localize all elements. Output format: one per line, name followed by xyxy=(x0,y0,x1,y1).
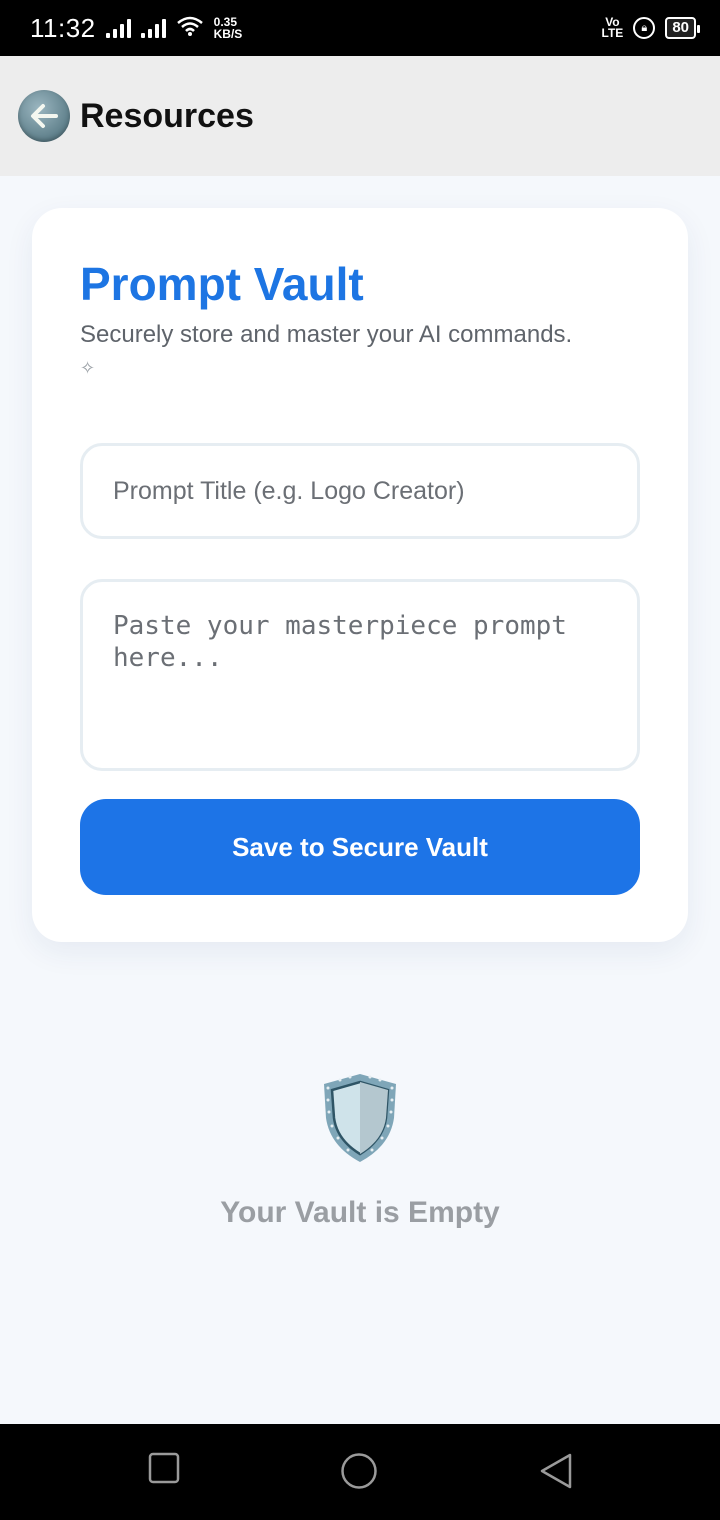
app-bar: Resources xyxy=(0,56,720,176)
system-nav-bar xyxy=(0,1424,720,1520)
back-button[interactable] xyxy=(18,90,70,142)
circle-icon[interactable] xyxy=(340,1452,378,1495)
arrow-left-icon xyxy=(31,104,58,128)
save-to-vault-button[interactable]: Save to Secure Vault xyxy=(80,799,640,895)
volte-bottom: LTE xyxy=(601,26,624,40)
network-speed: 0.35 KB/S xyxy=(214,16,243,40)
signal-icon xyxy=(140,18,166,38)
status-time: 11:32 xyxy=(30,12,96,43)
page-title: Resources xyxy=(80,96,254,135)
status-bar: 11:32 0.35 KB/S Vo LTE 🔒︎ 80 xyxy=(0,0,720,56)
empty-vault-message: Your Vault is Empty xyxy=(220,1196,500,1229)
prompt-title-input[interactable] xyxy=(80,443,640,539)
shield-icon xyxy=(320,1072,400,1164)
network-speed-unit: KB/S xyxy=(213,27,243,41)
signal-icon xyxy=(105,18,131,38)
prompt-text-input[interactable] xyxy=(80,579,640,771)
triangle-back-icon[interactable] xyxy=(538,1452,574,1495)
card-subtitle: Securely store and master your AI comman… xyxy=(80,321,573,348)
battery-level: 80 xyxy=(672,19,689,36)
card-title: Prompt Vault xyxy=(80,258,364,310)
sparkle-icon: ✧ xyxy=(80,358,96,378)
wifi-icon xyxy=(176,15,204,42)
status-left: 11:32 0.35 KB/S xyxy=(30,13,242,44)
status-right: Vo LTE 🔒︎ 80 xyxy=(601,16,700,40)
prompt-form-card: Prompt Vault Securely store and master y… xyxy=(32,208,688,942)
rotation-lock-icon: 🔒︎ xyxy=(633,17,656,39)
square-icon[interactable] xyxy=(148,1452,180,1489)
volte-indicator: Vo LTE xyxy=(601,16,624,40)
battery-icon: 80 xyxy=(665,17,700,39)
